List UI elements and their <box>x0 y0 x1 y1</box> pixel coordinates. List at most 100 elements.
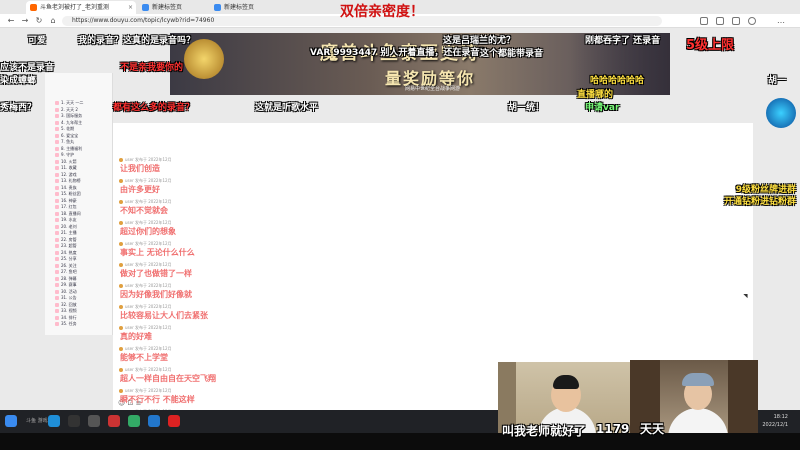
avatar-icon <box>119 326 123 330</box>
sidebar-item-label: 31. 公告 <box>61 295 77 300</box>
sidebar-item-label: 6. 爱宝宝 <box>61 132 79 138</box>
profile-icon[interactable] <box>748 17 756 25</box>
menu-icon[interactable]: … <box>776 16 786 26</box>
guest-cap <box>682 373 714 386</box>
sidebar-item-label: 11. 收藏 <box>61 165 77 170</box>
sidebar: 1. 天天 一二 2. 天天 2 3. 国际服务 4. 九年帮主 5. 花期 6. 爱宝宝… <box>45 73 113 335</box>
entry-text: 超过你们的想象 <box>120 227 176 236</box>
entry-text: 由许多更好 <box>120 185 160 194</box>
entry-meta: user 发布于 2022年12月 <box>119 199 172 204</box>
emote-icon <box>55 153 59 157</box>
entry-text: 不知不觉就会 <box>120 206 168 215</box>
emote-icon <box>55 302 59 307</box>
activity-badge-icon[interactable] <box>766 98 796 128</box>
stream-title-overlay: 双倍亲密度！ <box>340 4 424 20</box>
entry-text: 做对了也做错了一样 <box>120 269 192 278</box>
emote-icon <box>55 192 59 196</box>
refresh-icon[interactable]: ↻ <box>34 16 44 26</box>
app-icon[interactable] <box>128 415 140 427</box>
emote-icon <box>55 185 59 190</box>
emote-icon <box>55 146 59 151</box>
sidebar-item-label: 2. 天天 2 <box>61 106 78 112</box>
steam-icon[interactable] <box>68 415 80 427</box>
sidebar-item-label: 18. 直播间 <box>61 210 81 216</box>
emote-icon <box>55 283 59 287</box>
app-icon[interactable] <box>108 415 120 427</box>
entry-meta: user 发布于 2022年12月 <box>119 388 172 393</box>
sidebar-item-label: 15. 粉丝团 <box>61 191 81 196</box>
entry-text: 超人一样自由自在天空飞翔 <box>120 374 216 383</box>
sidebar-item-label: 4. 九年帮主 <box>61 119 83 125</box>
entry-text: 比较容易让大人们去紧张 <box>120 311 208 320</box>
emote-icon <box>55 289 59 294</box>
sidebar-item-label: 20. 老刘 <box>61 223 77 229</box>
page-icon <box>142 4 149 11</box>
sidebar-item-label: 5. 花期 <box>61 126 75 131</box>
app-icon[interactable] <box>148 415 160 427</box>
emote-icon <box>55 205 59 209</box>
entry-text: 让我们创造 <box>120 164 160 173</box>
avatar-icon <box>119 263 123 267</box>
emote-icon <box>55 127 59 131</box>
entry-text: 因为好像我们好像就 <box>120 290 192 299</box>
avatar-icon <box>119 221 123 225</box>
tab-new-1[interactable]: 新建标签页 <box>138 1 208 14</box>
danmaku-message: 这是吕瑞兰的尤？ <box>443 36 516 46</box>
danmaku-message: VAR 9993447 别人开着直播，还在录音？ <box>310 48 489 58</box>
danmaku-message: 可爱 <box>28 36 47 46</box>
entry-text: 真的好难 <box>120 332 152 341</box>
danmaku-message: 都有这么多的录音？ <box>113 103 195 113</box>
avatar-icon <box>119 284 123 288</box>
windows-start-icon[interactable] <box>5 415 17 427</box>
emote-icon <box>55 101 59 105</box>
sidebar-item-label: 33. 视频 <box>61 308 77 313</box>
avatar-icon <box>119 389 123 393</box>
sidebar-item-label: 34. 排行 <box>61 314 77 320</box>
extensions-icon[interactable] <box>700 17 708 25</box>
banner-subtitle: 网易中世纪全台战争网游 <box>405 86 461 92</box>
edge-icon[interactable] <box>48 415 60 427</box>
emote-icon <box>55 224 59 229</box>
guest-body <box>668 408 728 433</box>
douyu-favicon-icon <box>30 4 37 11</box>
entry-meta: user 发布于 2022年12月 <box>119 262 172 267</box>
avatar-icon <box>119 305 123 309</box>
viewer-count: 1179 <box>596 422 630 436</box>
bookshelf <box>728 360 758 433</box>
emote-icon <box>55 231 59 235</box>
sidebar-item-label: 14. 贵族 <box>61 184 77 190</box>
sidebar-item-label: 25. 分享 <box>61 256 77 261</box>
danmaku-message: 不是亲我要你的 <box>120 63 184 73</box>
favorites-icon[interactable] <box>716 17 724 25</box>
danmaku-message: 秀梅西？ <box>0 103 37 113</box>
emote-icon <box>55 166 59 170</box>
sidebar-item-label: 17. 红包 <box>61 204 77 209</box>
close-tab-icon[interactable]: × <box>128 1 133 14</box>
bottom-strip <box>0 433 800 450</box>
collections-icon[interactable] <box>732 17 740 25</box>
tab-active[interactable]: 斗鱼老刘被打了_老刘重测 × <box>26 1 136 14</box>
sidebar-item-label: 35. 任务 <box>61 321 77 326</box>
sidebar-item-label: 32. 回放 <box>61 301 77 307</box>
home-icon[interactable]: ⌂ <box>48 16 58 26</box>
sidebar-item[interactable]: 35. 任务 <box>55 320 112 327</box>
forward-icon[interactable]: → <box>20 16 30 26</box>
danmaku-message: 5级上限 <box>686 38 735 53</box>
avatar-icon <box>119 158 123 162</box>
emote-icon <box>55 276 59 281</box>
entry-meta: user 发布于 2022年12月 <box>119 220 172 225</box>
sidebar-item-label: 10. 火箭 <box>61 158 77 164</box>
entry-meta: user 发布于 2022年12月 <box>119 241 172 246</box>
danmaku-message: 染成蟑螂 <box>0 76 37 86</box>
emote-icon <box>55 263 59 268</box>
app-icon[interactable] <box>88 415 100 427</box>
emote-icon <box>55 172 59 177</box>
tab-new-2[interactable]: 新建标签页 <box>210 1 280 14</box>
sidebar-item-label: 7. 鱼丸 <box>61 139 75 144</box>
entry-meta: user 发布于 2022年12月 <box>119 304 172 309</box>
entry-meta: user 发布于 2022年12月 <box>119 283 172 288</box>
app-icon[interactable] <box>168 415 180 427</box>
back-icon[interactable]: ← <box>6 16 16 26</box>
sidebar-item-label: 1. 天天 一二 <box>61 100 84 105</box>
system-clock[interactable]: 18:12 2022/12/1 <box>762 413 788 429</box>
